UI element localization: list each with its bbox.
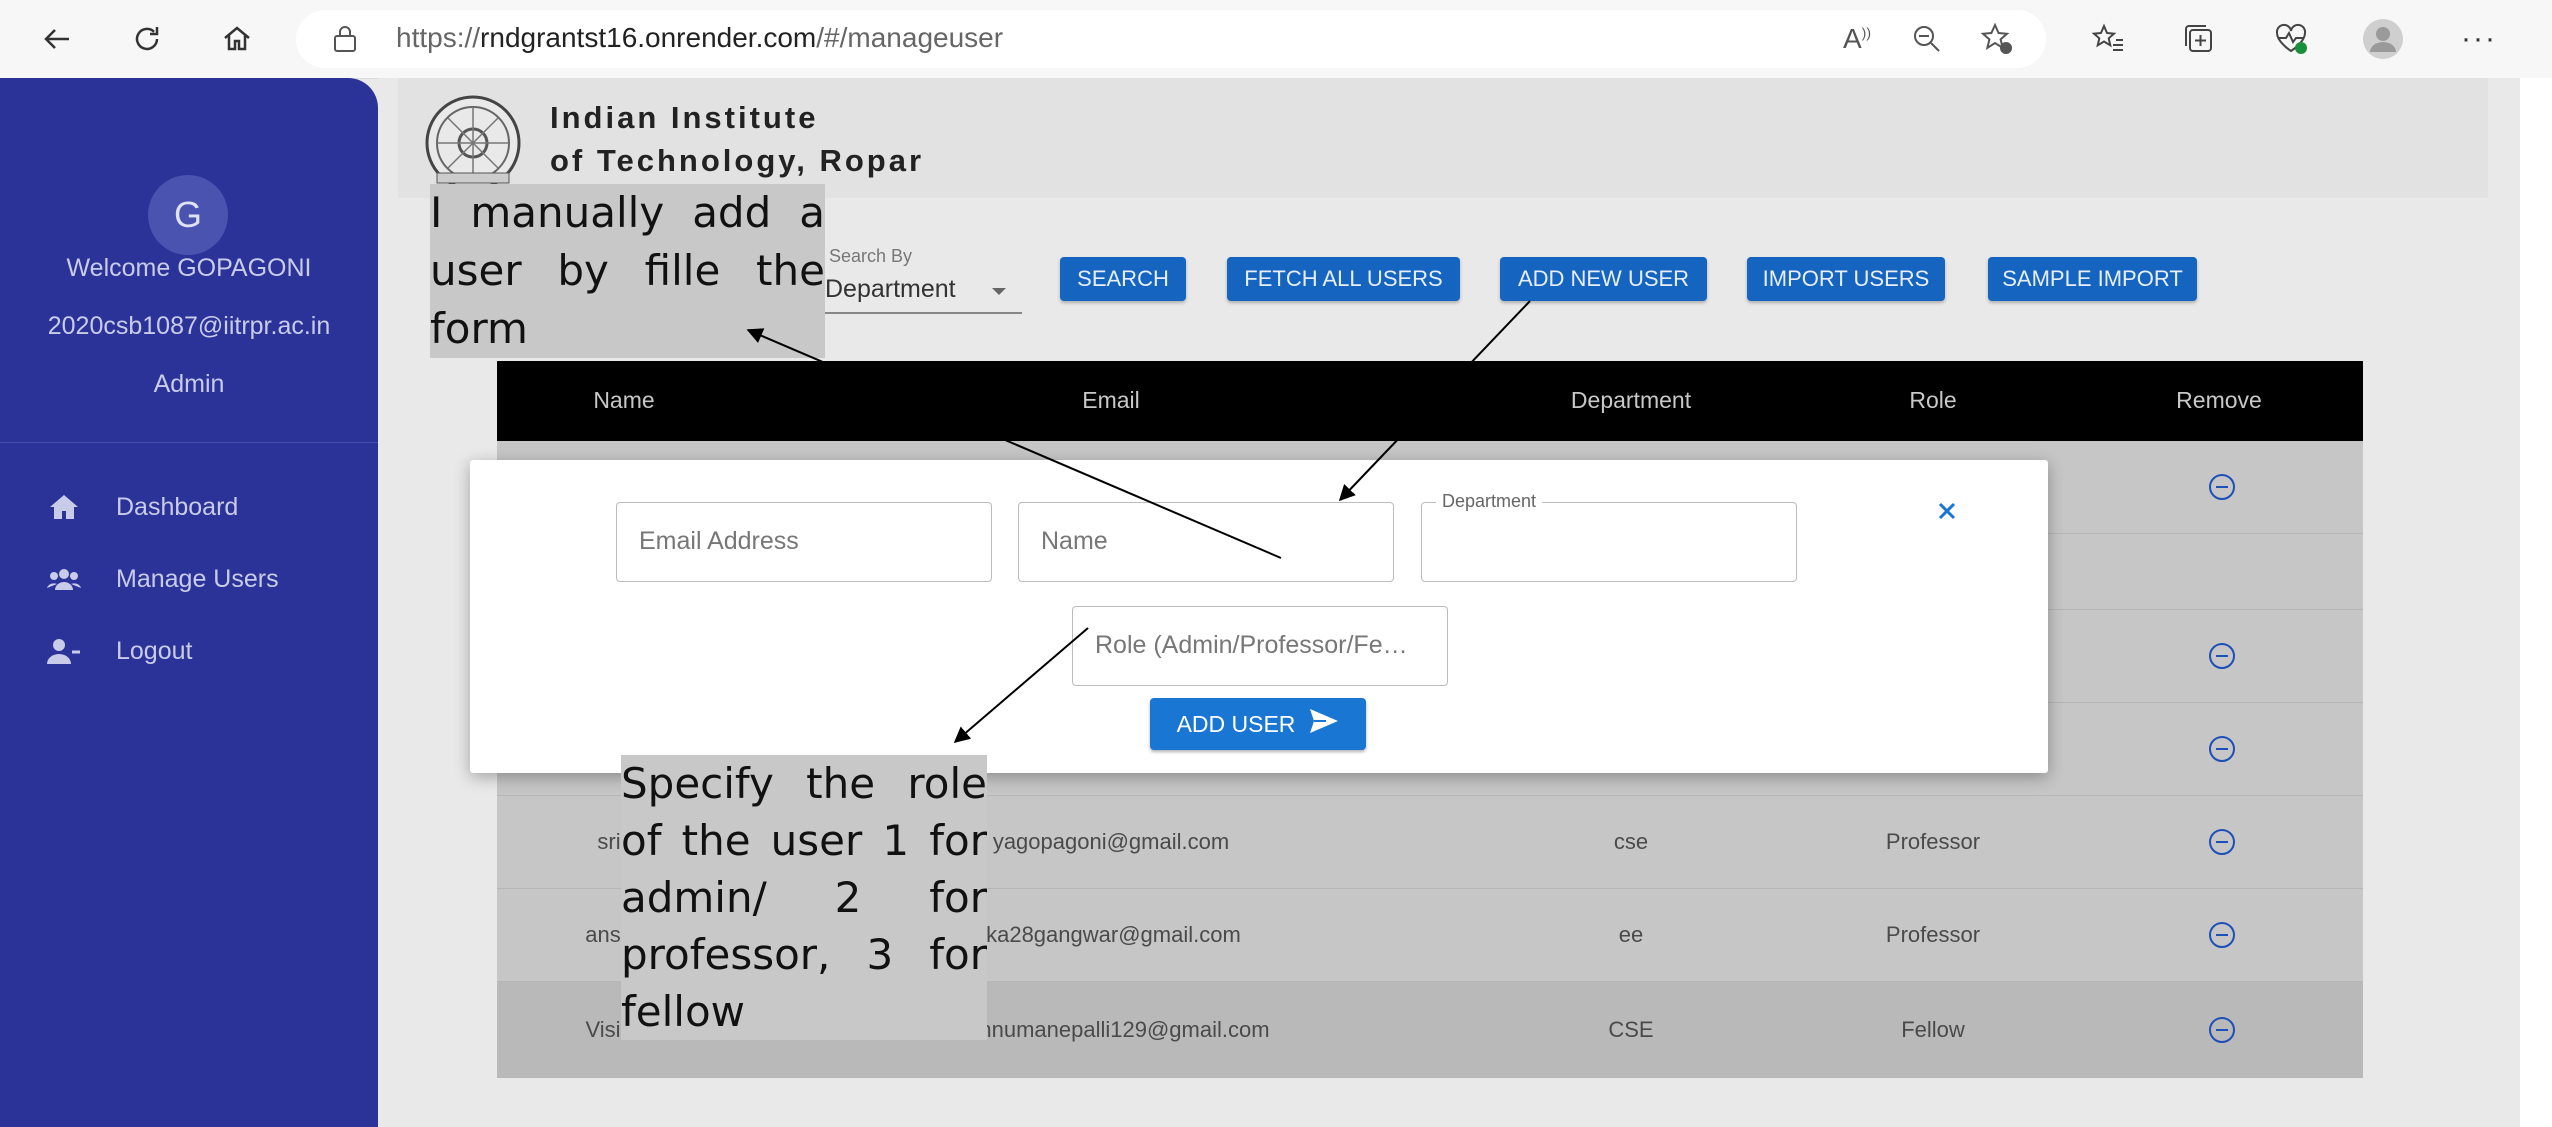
institute-line-2: of Technology, Ropar <box>550 143 925 178</box>
sidebar-item-label: Logout <box>116 636 193 665</box>
remove-icon[interactable] <box>2209 474 2235 500</box>
name-placeholder: Name <box>1041 527 1108 555</box>
welcome-text: Welcome GOPAGONI <box>66 254 312 282</box>
sample-import-button[interactable]: SAMPLE IMPORT <box>1988 257 2197 301</box>
favorite-add-icon[interactable] <box>1972 14 2022 64</box>
cell-role: Fellow <box>1901 1016 1965 1042</box>
sidebar-divider <box>0 442 378 443</box>
user-role: Admin <box>153 370 225 398</box>
table-header: Name Email Department Role Remove <box>497 361 2363 441</box>
add-user-button[interactable]: ADD USER <box>1150 698 1366 750</box>
remove-icon[interactable] <box>2209 829 2235 855</box>
cell-department: ee <box>1618 922 1644 947</box>
page-header: Indian Institute of Technology, Ropar <box>398 78 2488 198</box>
role-field[interactable]: Role (Admin/Professor/Fe… <box>1072 606 1448 686</box>
zoom-out-icon[interactable] <box>1902 14 1952 64</box>
close-icon[interactable] <box>1932 496 1962 526</box>
sidebar-item-manage-users[interactable]: Manage Users <box>44 559 279 599</box>
read-aloud-icon[interactable]: A)) <box>1832 14 1882 64</box>
add-new-user-button[interactable]: ADD NEW USER <box>1500 257 1707 301</box>
users-icon <box>44 566 84 592</box>
url-host: rndgrantst16.onrender.com <box>480 22 817 53</box>
cell-role: Professor <box>1885 922 1981 947</box>
remove-icon[interactable] <box>2209 643 2235 669</box>
remove-icon[interactable] <box>2209 922 2235 948</box>
institute-name: Indian Institute of Technology, Ropar <box>550 96 924 182</box>
search-button[interactable]: SEARCH <box>1060 257 1186 301</box>
institute-logo <box>423 93 523 193</box>
institute-line-1: Indian Institute <box>550 100 819 135</box>
home-browser-icon[interactable] <box>212 14 262 64</box>
annotation-top: I manually add a user by fille the form <box>430 184 825 358</box>
cell-name: ans <box>585 922 621 947</box>
window-edge <box>2520 78 2552 1127</box>
column-header-role: Role <box>1909 387 1957 413</box>
department-field[interactable]: Department <box>1421 491 1797 582</box>
add-user-dialog: Email Address Name Department Role (Admi… <box>470 460 2048 773</box>
search-by-underline <box>822 312 1022 314</box>
home-icon <box>44 493 84 521</box>
sidebar-item-label: Dashboard <box>116 492 239 521</box>
email-placeholder: Email Address <box>639 527 799 555</box>
back-icon[interactable] <box>32 14 82 64</box>
cell-role: Professor <box>1885 829 1981 854</box>
annotation-bottom: Specify the role of the user 1 for admin… <box>621 755 987 1040</box>
column-header-email: Email <box>1082 387 1140 413</box>
column-header-department: Department <box>1570 387 1692 413</box>
cell-email: yagopagoni@gmail.com <box>992 829 1230 854</box>
email-field[interactable]: Email Address <box>616 502 992 582</box>
remove-icon[interactable] <box>2209 1016 2235 1043</box>
send-icon <box>1309 708 1339 740</box>
browser-toolbar: https://rndgrantst16.onrender.com/#/mana… <box>0 0 2552 79</box>
chevron-down-icon[interactable] <box>992 288 1006 295</box>
url-text: https://rndgrantst16.onrender.com/#/mana… <box>396 22 1003 54</box>
name-field[interactable]: Name <box>1018 502 1394 582</box>
cell-email: ika28gangwar@gmail.com <box>981 922 1241 947</box>
url-prefix: https:// <box>396 22 481 53</box>
search-by-select[interactable]: Department <box>825 275 956 304</box>
department-label: Department <box>1436 491 1543 512</box>
url-path: /#/manageuser <box>816 22 1004 53</box>
user-email: 2020csb1087@iitrpr.ac.in <box>47 312 331 340</box>
sidebar-item-logout[interactable]: Logout <box>44 631 192 671</box>
import-users-button[interactable]: IMPORT USERS <box>1747 257 1945 301</box>
refresh-icon[interactable] <box>122 14 172 64</box>
address-bar[interactable]: https://rndgrantst16.onrender.com/#/mana… <box>296 10 2046 68</box>
sidebar-item-label: Manage Users <box>116 564 279 593</box>
role-placeholder: Role (Admin/Professor/Fe… <box>1095 631 1408 659</box>
column-header-name: Name <box>593 387 655 413</box>
fetch-all-users-button[interactable]: FETCH ALL USERS <box>1227 257 1460 301</box>
avatar: G <box>148 175 228 255</box>
column-header-remove: Remove <box>2176 387 2262 413</box>
profile-icon[interactable] <box>2358 14 2408 64</box>
collections-icon[interactable] <box>2174 14 2224 64</box>
cell-name: Visi <box>585 1016 621 1042</box>
logout-icon <box>44 637 84 665</box>
health-icon[interactable] <box>2266 14 2316 64</box>
add-user-label: ADD USER <box>1176 710 1296 737</box>
cell-email: vishnumanepalli129@gmail.com <box>952 1016 1270 1042</box>
cell-name: sri <box>597 829 621 854</box>
favorites-icon[interactable] <box>2084 14 2134 64</box>
cell-department: CSE <box>1608 1016 1654 1042</box>
sidebar: G Welcome GOPAGONI 2020csb1087@iitrpr.ac… <box>0 78 378 1127</box>
search-by-label: Search By <box>829 246 913 266</box>
remove-icon[interactable] <box>2209 736 2235 762</box>
cell-department: cse <box>1613 829 1649 854</box>
more-options-icon[interactable]: ··· <box>2454 14 2504 64</box>
sidebar-item-dashboard[interactable]: Dashboard <box>44 487 238 527</box>
lock-icon[interactable] <box>332 24 358 59</box>
